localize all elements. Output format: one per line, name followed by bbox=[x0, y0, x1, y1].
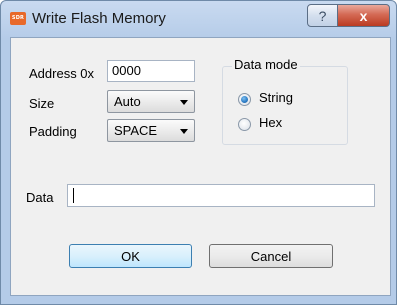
data-mode-title: Data mode bbox=[232, 57, 300, 72]
close-icon: x bbox=[359, 7, 368, 24]
help-icon: ? bbox=[318, 7, 327, 24]
chevron-down-icon bbox=[180, 129, 188, 134]
app-icon: SDR bbox=[10, 12, 26, 25]
padding-select-value: SPACE bbox=[114, 123, 158, 138]
data-label: Data bbox=[26, 190, 54, 205]
title-bar[interactable]: SDR Write Flash Memory ? x bbox=[1, 1, 397, 37]
data-mode-group bbox=[222, 66, 348, 145]
padding-select[interactable]: SPACE bbox=[107, 119, 195, 142]
dialog-body: Address 0x 0000 Size Auto Padding SPACE … bbox=[10, 37, 391, 296]
text-caret bbox=[73, 188, 74, 203]
close-button[interactable]: x bbox=[337, 4, 390, 27]
padding-label: Padding bbox=[29, 124, 77, 139]
size-label: Size bbox=[29, 96, 55, 111]
address-input[interactable]: 0000 bbox=[107, 60, 195, 82]
data-input[interactable] bbox=[67, 184, 375, 207]
cancel-button[interactable]: Cancel bbox=[209, 244, 333, 268]
size-select[interactable]: Auto bbox=[107, 90, 195, 113]
radio-string-label[interactable]: String bbox=[259, 90, 293, 105]
dialog-window: SDR Write Flash Memory ? x Address 0x 00… bbox=[0, 0, 397, 305]
ok-button[interactable]: OK bbox=[69, 244, 192, 268]
chevron-down-icon bbox=[180, 100, 188, 105]
address-label: Address 0x bbox=[29, 66, 95, 81]
radio-hex[interactable] bbox=[238, 118, 251, 131]
ok-button-label: OK bbox=[121, 248, 140, 264]
radio-hex-label[interactable]: Hex bbox=[259, 115, 282, 130]
size-select-value: Auto bbox=[114, 94, 141, 109]
help-button[interactable]: ? bbox=[307, 4, 338, 27]
window-title: Write Flash Memory bbox=[32, 10, 166, 27]
radio-string[interactable] bbox=[238, 93, 251, 106]
cancel-button-label: Cancel bbox=[250, 248, 292, 264]
